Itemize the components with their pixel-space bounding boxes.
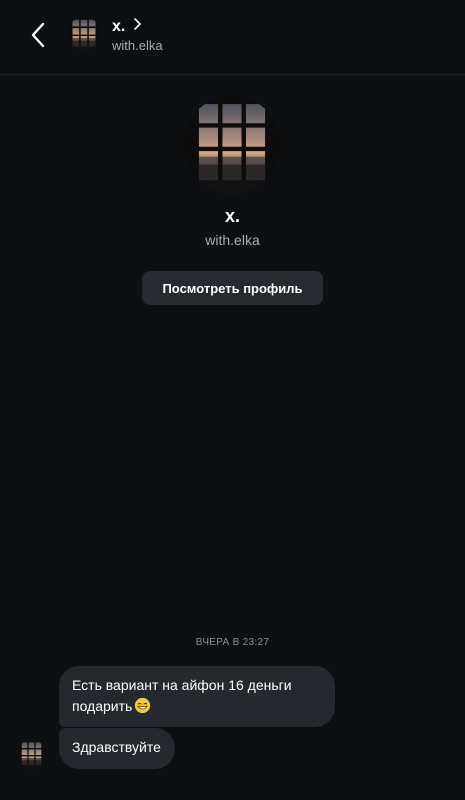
sender-avatar[interactable] [17, 740, 46, 769]
header-contact-name[interactable]: x. [112, 18, 125, 36]
grinning-sweat-emoji-icon [135, 697, 151, 714]
back-button[interactable] [24, 20, 52, 50]
message-text: Здравствуйте [72, 739, 161, 755]
header-username: with.elka [112, 38, 163, 53]
chevron-right-icon[interactable] [131, 16, 143, 32]
view-profile-button[interactable]: Посмотреть профиль [142, 271, 323, 305]
message-timestamp: ВЧЕРА В 23:27 [195, 637, 270, 648]
header-avatar[interactable] [67, 17, 101, 51]
profile-username: with.elka [205, 232, 260, 248]
profile-name: x. [224, 206, 240, 226]
direct-message-screen: x. with.elka x. with.elka Посмотреть про… [0, 0, 465, 800]
message-text: Есть вариант на айфон 16 деньги подарить [72, 677, 292, 714]
message-bubble[interactable]: Здравствуйте [59, 728, 175, 769]
chat-header: x. with.elka [0, 0, 465, 75]
message-bubble[interactable]: Есть вариант на айфон 16 деньги подарить [59, 666, 335, 727]
chevron-left-icon [31, 22, 45, 48]
profile-avatar[interactable] [183, 96, 281, 194]
